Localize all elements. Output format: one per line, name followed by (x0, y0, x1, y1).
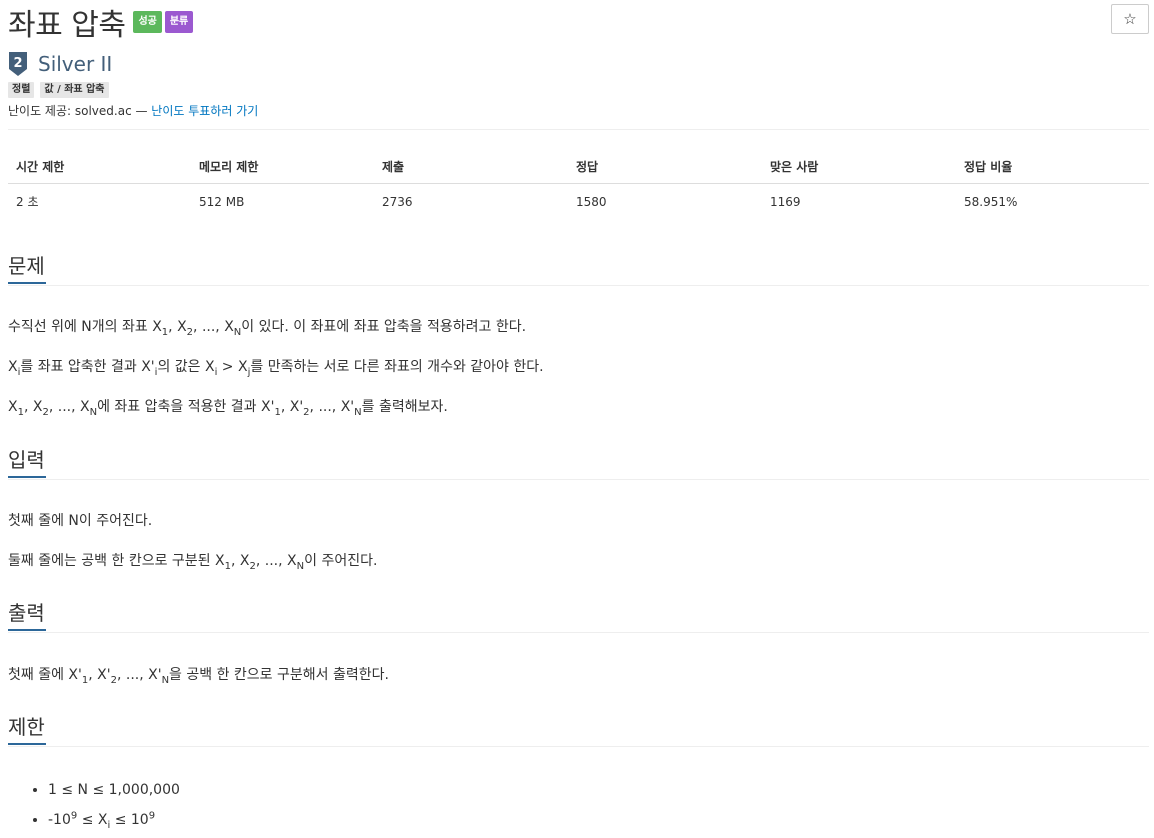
problem-info-table: 시간 제한 메모리 제한 제출 정답 맞은 사람 정답 비율 2 초 512 M… (8, 150, 1149, 219)
description-paragraph-1: 수직선 위에 N개의 좌표 X1, X2, ..., XN이 있다. 이 좌표에… (8, 319, 527, 338)
section-input: 입력 (8, 445, 1149, 480)
description-paragraph-3: X1, X2, ..., XN에 좌표 압축을 적용한 결과 X'1, X'2,… (8, 399, 448, 418)
list-item: 1 ≤ N ≤ 1,000,000 (48, 775, 180, 805)
section-underline (8, 475, 1149, 480)
success-badge[interactable]: 성공 (133, 11, 162, 33)
time-limit-value: 2 초 (16, 195, 39, 209)
accepted-value: 1580 (576, 194, 607, 209)
tier-number: 2 (13, 56, 22, 71)
header-accepted: 정답 (568, 150, 762, 184)
tag-sorting[interactable]: 정렬 (8, 82, 35, 98)
difficulty-credit: 난이도 제공: solved.ac — 난이도 투표하러 가기 (8, 102, 258, 119)
limit-list: 1 ≤ N ≤ 1,000,000 -109 ≤ Xi ≤ 109 (8, 775, 180, 835)
table-row: 2 초 512 MB 2736 1580 1169 58.951% (8, 184, 1149, 220)
vote-difficulty-link[interactable]: 난이도 투표하러 가기 (151, 104, 258, 118)
header-submissions: 제출 (374, 150, 568, 184)
divider (8, 129, 1149, 130)
table-header-row: 시간 제한 메모리 제한 제출 정답 맞은 사람 정답 비율 (8, 150, 1149, 184)
classified-badge[interactable]: 분류 (164, 11, 194, 33)
description-paragraph-2: Xi를 좌표 압축한 결과 X'i의 값은 Xi > Xj를 만족하는 서로 다… (8, 359, 544, 378)
problem-title: 좌표 압축 (8, 8, 126, 43)
section-description: 문제 (8, 251, 1149, 286)
memory-limit-value: 512 MB (199, 194, 245, 209)
header-time-limit: 시간 제한 (8, 150, 191, 184)
submissions-value: 2736 (382, 194, 413, 209)
credit-text: 난이도 제공: solved.ac — (8, 104, 152, 118)
header-memory-limit: 메모리 제한 (191, 150, 374, 184)
tier-row[interactable]: 2 Silver II (8, 51, 112, 77)
section-title: 문제 (8, 254, 45, 278)
tier-name: Silver II (38, 52, 113, 76)
title-row: 좌표 압축 성공 분류 (8, 2, 196, 43)
section-title: 입력 (8, 448, 45, 472)
header-accept-ratio: 정답 비율 (956, 150, 1149, 184)
input-paragraph-1: 첫째 줄에 N이 주어진다. (8, 513, 153, 529)
list-item: -109 ≤ Xi ≤ 109 (48, 805, 180, 835)
section-title: 출력 (8, 601, 45, 625)
section-output: 출력 (8, 598, 1149, 633)
section-underline (8, 742, 1149, 747)
header-solvers: 맞은 사람 (762, 150, 956, 184)
section-title: 제한 (8, 715, 45, 739)
section-underline (8, 628, 1149, 633)
solvers-value: 1169 (770, 194, 801, 209)
favorite-star-button[interactable]: ☆ (1111, 4, 1149, 34)
star-icon: ☆ (1123, 11, 1137, 28)
tier-shield-icon: 2 (9, 52, 27, 76)
tag-list: 정렬 값 / 좌표 압축 (8, 82, 115, 98)
input-paragraph-2: 둘째 줄에는 공백 한 칸으로 구분된 X1, X2, ..., XN이 주어진… (8, 553, 378, 572)
section-limit: 제한 (8, 712, 1149, 747)
section-underline (8, 281, 1149, 286)
tag-coordinate-compression[interactable]: 값 / 좌표 압축 (40, 82, 109, 98)
accept-ratio-value: 58.951% (964, 194, 1018, 209)
output-paragraph-1: 첫째 줄에 X'1, X'2, ..., X'N을 공백 한 칸으로 구분해서 … (8, 667, 389, 686)
